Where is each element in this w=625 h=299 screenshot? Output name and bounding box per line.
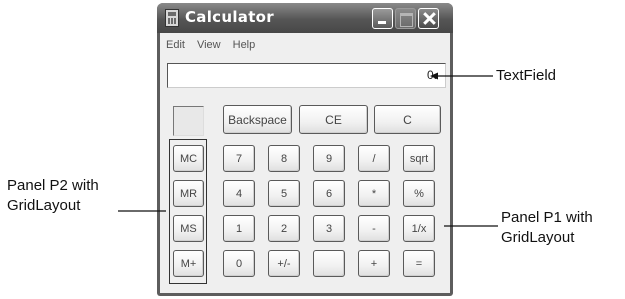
menu-view[interactable]: View [197,39,221,53]
key-equals[interactable]: = [403,250,435,277]
window-title: Calculator [185,8,274,26]
key-1[interactable]: 1 [223,215,255,242]
key-percent[interactable]: % [403,180,435,207]
key-5[interactable]: 5 [268,180,300,207]
textfield-label: TextField [496,67,557,84]
key-sign[interactable]: +/- [268,250,300,277]
menu-edit[interactable]: Edit [166,39,185,53]
calculator-window: Calculator Edit View Help 0. Backspace C… [157,3,453,296]
close-icon[interactable] [418,8,439,29]
menu-bar: Edit View Help [166,39,255,53]
panel-p2-label-line1: Panel P2 with [7,177,99,194]
c-button[interactable]: C [374,105,441,134]
panel-p1-label-line1: Panel P1 with [501,209,593,226]
mr-button[interactable]: MR [173,180,204,207]
calculator-icon [165,9,179,27]
m-plus-button[interactable]: M+ [173,250,204,277]
ms-button[interactable]: MS [173,215,204,242]
maximize-icon [395,8,416,29]
minimize-icon[interactable] [372,8,393,29]
key-4[interactable]: 4 [223,180,255,207]
key-minus[interactable]: - [358,215,390,242]
panel-p2-label: Panel P2 with GridLayout [7,176,99,216]
panel-p1-label: Panel P1 with GridLayout [501,208,593,248]
panel-p1-label-line2: GridLayout [501,229,575,246]
panel-p2-label-line2: GridLayout [7,197,81,214]
key-sqrt[interactable]: sqrt [403,145,435,172]
key-plus[interactable]: + [358,250,390,277]
key-0[interactable]: 0 [223,250,255,277]
display-textfield[interactable]: 0. [167,63,446,88]
key-8[interactable]: 8 [268,145,300,172]
window-body: Edit View Help 0. Backspace CE C MC MR M… [160,33,450,293]
key-2[interactable]: 2 [268,215,300,242]
key-decimal[interactable] [313,250,345,277]
ce-button[interactable]: CE [299,105,368,134]
key-7[interactable]: 7 [223,145,255,172]
title-bar[interactable]: Calculator [157,3,453,33]
key-9[interactable]: 9 [313,145,345,172]
key-6[interactable]: 6 [313,180,345,207]
key-divide[interactable]: / [358,145,390,172]
memory-indicator [173,106,204,136]
menu-help[interactable]: Help [233,39,256,53]
backspace-button[interactable]: Backspace [223,105,292,134]
key-multiply[interactable]: * [358,180,390,207]
key-3[interactable]: 3 [313,215,345,242]
mc-button[interactable]: MC [173,145,204,172]
key-reciprocal[interactable]: 1/x [403,215,435,242]
